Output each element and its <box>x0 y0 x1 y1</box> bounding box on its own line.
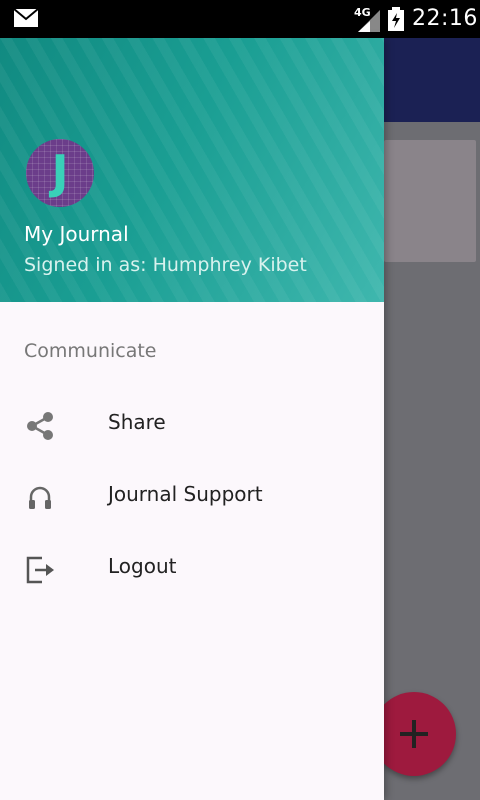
navigation-drawer: J My Journal Signed in as: Humphrey Kibe… <box>0 38 384 800</box>
logout-icon <box>26 556 54 584</box>
app-name: My Journal <box>24 222 129 246</box>
background-card <box>384 140 476 262</box>
menu-item-logout[interactable]: Logout <box>0 532 384 604</box>
menu-item-label: Logout <box>108 554 177 578</box>
status-bar: 4G 22:16 <box>0 0 480 38</box>
menu-item-label: Journal Support <box>108 482 263 506</box>
section-title-communicate: Communicate <box>24 340 157 362</box>
menu-item-journal-support[interactable]: Journal Support <box>0 460 384 532</box>
avatar-letter: J <box>51 145 69 199</box>
clock: 22:16 <box>412 6 478 31</box>
headset-icon <box>29 486 51 509</box>
menu-item-share[interactable]: Share <box>0 388 384 460</box>
avatar[interactable]: J <box>26 139 94 207</box>
add-entry-fab[interactable] <box>372 692 456 776</box>
mail-icon <box>14 9 38 27</box>
signed-in-label: Signed in as: Humphrey Kibet <box>24 254 307 276</box>
battery-charging-icon <box>388 7 404 31</box>
drawer-header: J My Journal Signed in as: Humphrey Kibe… <box>0 38 384 302</box>
share-icon <box>27 412 53 440</box>
menu-item-label: Share <box>108 410 166 434</box>
plus-icon <box>400 720 428 748</box>
signal-icon <box>358 10 380 32</box>
